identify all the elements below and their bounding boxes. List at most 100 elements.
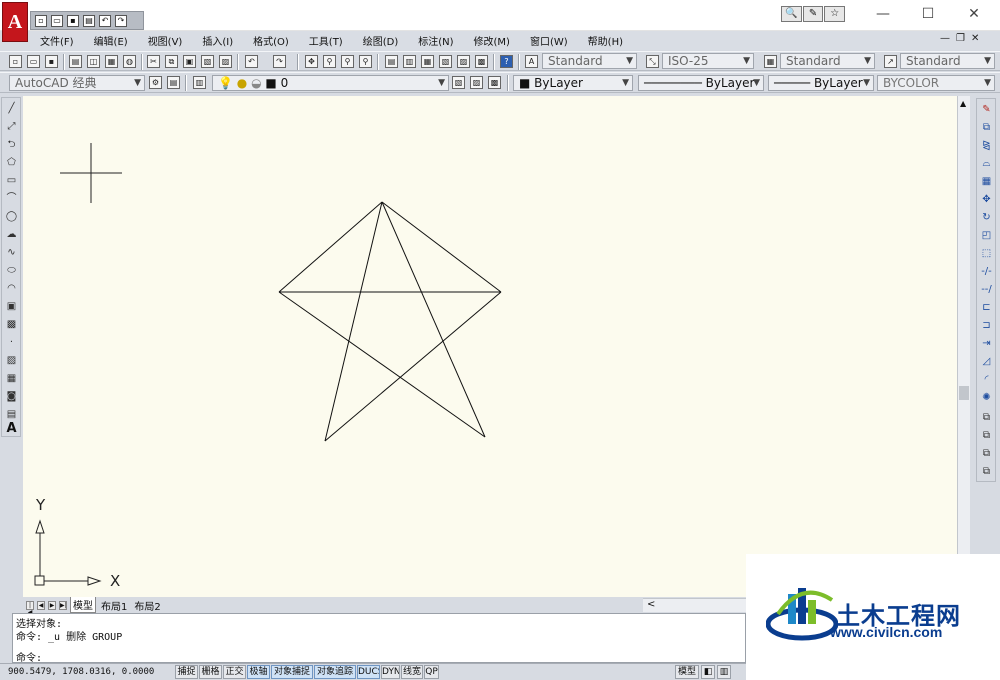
quickcalc-icon[interactable]: ▩ bbox=[475, 55, 488, 68]
text-style-dropdown[interactable]: Standard ▼ bbox=[542, 53, 637, 69]
layout-preview-icon[interactable]: ◧ bbox=[701, 665, 715, 679]
block-editor-icon[interactable]: ▨ bbox=[219, 55, 232, 68]
region-icon[interactable]: ◙ bbox=[5, 390, 18, 403]
scale-icon[interactable]: ◰ bbox=[980, 229, 993, 242]
break-icon[interactable]: ⊐ bbox=[980, 319, 993, 332]
redo-icon[interactable]: ↷ bbox=[115, 14, 127, 27]
polygon-icon[interactable]: ⬠ bbox=[5, 156, 18, 169]
linetype-dropdown[interactable]: ──────── ByLayer ▼ bbox=[638, 75, 764, 91]
send-under-icon[interactable]: ⧉ bbox=[980, 465, 993, 478]
table-icon[interactable]: ▤ bbox=[5, 408, 18, 421]
polar-toggle[interactable]: 极轴 bbox=[247, 665, 270, 679]
pan-icon[interactable]: ✥ bbox=[305, 55, 318, 68]
open-icon[interactable]: ▭ bbox=[27, 55, 40, 68]
scroll-thumb[interactable] bbox=[959, 386, 969, 400]
plot-icon[interactable]: ▤ bbox=[69, 55, 82, 68]
copy-icon[interactable]: ⧉ bbox=[165, 55, 178, 68]
text-style-icon[interactable]: A bbox=[525, 55, 538, 68]
multiline-text-icon[interactable]: A bbox=[5, 422, 18, 435]
mirror-icon[interactable]: ⧎ bbox=[980, 139, 993, 152]
revision-cloud-icon[interactable]: ☁ bbox=[5, 228, 18, 241]
layer-states-icon[interactable]: ▤ bbox=[167, 76, 180, 89]
menu-draw[interactable]: 绘图(D) bbox=[353, 33, 409, 48]
circle-icon[interactable]: ◯ bbox=[5, 210, 18, 223]
point-icon[interactable]: · bbox=[5, 336, 18, 349]
favorites-icon[interactable]: ☆ bbox=[824, 6, 846, 22]
grid-toggle[interactable]: 栅格 bbox=[199, 665, 222, 679]
break-at-point-icon[interactable]: ⊏ bbox=[980, 301, 993, 314]
lineweight-toggle[interactable]: 线宽 bbox=[401, 665, 423, 679]
explode-icon[interactable]: ✺ bbox=[980, 391, 993, 404]
otrack-toggle[interactable]: 对象追踪 bbox=[314, 665, 356, 679]
redo-icon[interactable]: ↷ bbox=[273, 55, 286, 68]
new-icon[interactable]: ▫ bbox=[9, 55, 22, 68]
tab-layout2[interactable]: 布局2 bbox=[132, 598, 162, 613]
join-icon[interactable]: ⇥ bbox=[980, 337, 993, 350]
zoom-realtime-icon[interactable]: ⚲ bbox=[323, 55, 336, 68]
table-style-dropdown[interactable]: Standard ▼ bbox=[780, 53, 875, 69]
command-window[interactable]: 选择对象: 命令: _u 删除 GROUP 命令: bbox=[12, 613, 746, 664]
menu-modify[interactable]: 修改(M) bbox=[464, 33, 520, 48]
color-dropdown[interactable]: ■ ByLayer ▼ bbox=[513, 75, 633, 91]
arc-icon[interactable]: ⌒ bbox=[5, 192, 18, 205]
snap-toggle[interactable]: 捕捉 bbox=[175, 665, 198, 679]
menu-view[interactable]: 视图(V) bbox=[138, 33, 193, 48]
table-style-icon[interactable]: ▦ bbox=[764, 55, 777, 68]
design-center-icon[interactable]: ▥ bbox=[403, 55, 416, 68]
menu-window[interactable]: 窗口(W) bbox=[520, 33, 578, 48]
osnap-toggle[interactable]: 对象捕捉 bbox=[271, 665, 313, 679]
undo-icon[interactable]: ↶ bbox=[99, 14, 111, 27]
match-properties-icon[interactable]: ▧ bbox=[201, 55, 214, 68]
publish-icon[interactable]: ▦ bbox=[105, 55, 118, 68]
chamfer-icon[interactable]: ◿ bbox=[980, 355, 993, 368]
multileader-style-icon[interactable]: ↗ bbox=[884, 55, 897, 68]
move-icon[interactable]: ✥ bbox=[980, 193, 993, 206]
ortho-toggle[interactable]: 正交 bbox=[223, 665, 246, 679]
sheet-set-icon[interactable]: ▧ bbox=[439, 55, 452, 68]
plot-preview-icon[interactable]: ◫ bbox=[87, 55, 100, 68]
scroll-left-icon[interactable]: < bbox=[647, 599, 655, 610]
line-icon[interactable]: ╱ bbox=[5, 102, 18, 115]
save-icon[interactable]: ▪ bbox=[67, 14, 79, 27]
layer-previous-icon[interactable]: ▨ bbox=[470, 76, 483, 89]
search-icon[interactable]: 🔍 bbox=[781, 6, 802, 22]
rotate-icon[interactable]: ↻ bbox=[980, 211, 993, 224]
help-icon[interactable]: ? bbox=[500, 55, 513, 68]
last-tab-icon[interactable]: ▶| bbox=[59, 600, 67, 610]
drawing-preview-icon[interactable]: ▥ bbox=[717, 665, 731, 679]
multileader-style-dropdown[interactable]: Standard ▼ bbox=[900, 53, 995, 69]
markup-icon[interactable]: ▨ bbox=[457, 55, 470, 68]
dimension-style-icon[interactable]: ⤡ bbox=[646, 55, 659, 68]
dimension-style-dropdown[interactable]: ISO-25 ▼ bbox=[662, 53, 754, 69]
zoom-previous-icon[interactable]: ⚲ bbox=[359, 55, 372, 68]
spline-icon[interactable]: ∿ bbox=[5, 246, 18, 259]
tool-palettes-icon[interactable]: ▦ bbox=[421, 55, 434, 68]
drawing-close-button[interactable]: ✕ bbox=[971, 33, 979, 47]
gradient-icon[interactable]: ▦ bbox=[5, 372, 18, 385]
bring-above-icon[interactable]: ⧉ bbox=[980, 447, 993, 460]
workspace-dropdown[interactable]: AutoCAD 经典 ▼ bbox=[9, 75, 145, 91]
communication-center-icon[interactable]: ✎ bbox=[802, 6, 824, 22]
stretch-icon[interactable]: ⬚ bbox=[980, 247, 993, 260]
trim-icon[interactable]: -/- bbox=[980, 265, 993, 278]
menu-help[interactable]: 帮助(H) bbox=[578, 33, 633, 48]
menu-file[interactable]: 文件(F) bbox=[30, 33, 84, 48]
rectangle-icon[interactable]: ▭ bbox=[5, 174, 18, 187]
draw-order-front-icon[interactable]: ⧉ bbox=[980, 411, 993, 424]
maximize-button[interactable]: ☐ bbox=[917, 6, 939, 24]
drawing-canvas[interactable]: Y X bbox=[23, 96, 957, 597]
properties-icon[interactable]: ▤ bbox=[385, 55, 398, 68]
menu-insert[interactable]: 插入(I) bbox=[192, 33, 243, 48]
draw-order-back-icon[interactable]: ⧉ bbox=[980, 429, 993, 442]
ellipse-arc-icon[interactable]: ◠ bbox=[5, 282, 18, 295]
extend-icon[interactable]: --/ bbox=[980, 283, 993, 296]
vertical-scrollbar[interactable]: ▲ ▼ bbox=[957, 96, 970, 597]
horizontal-scrollbar[interactable]: < bbox=[643, 598, 746, 612]
layer-properties-icon[interactable]: ▥ bbox=[193, 76, 206, 89]
previous-tab-icon[interactable]: ◀ bbox=[37, 600, 45, 610]
layer-state-manager-icon[interactable]: ▩ bbox=[488, 76, 501, 89]
menu-format[interactable]: 格式(O) bbox=[243, 33, 299, 48]
quick-properties-toggle[interactable]: QP bbox=[424, 665, 439, 679]
scroll-up-icon[interactable]: ▲ bbox=[960, 99, 966, 108]
fillet-icon[interactable]: ◜ bbox=[980, 373, 993, 386]
